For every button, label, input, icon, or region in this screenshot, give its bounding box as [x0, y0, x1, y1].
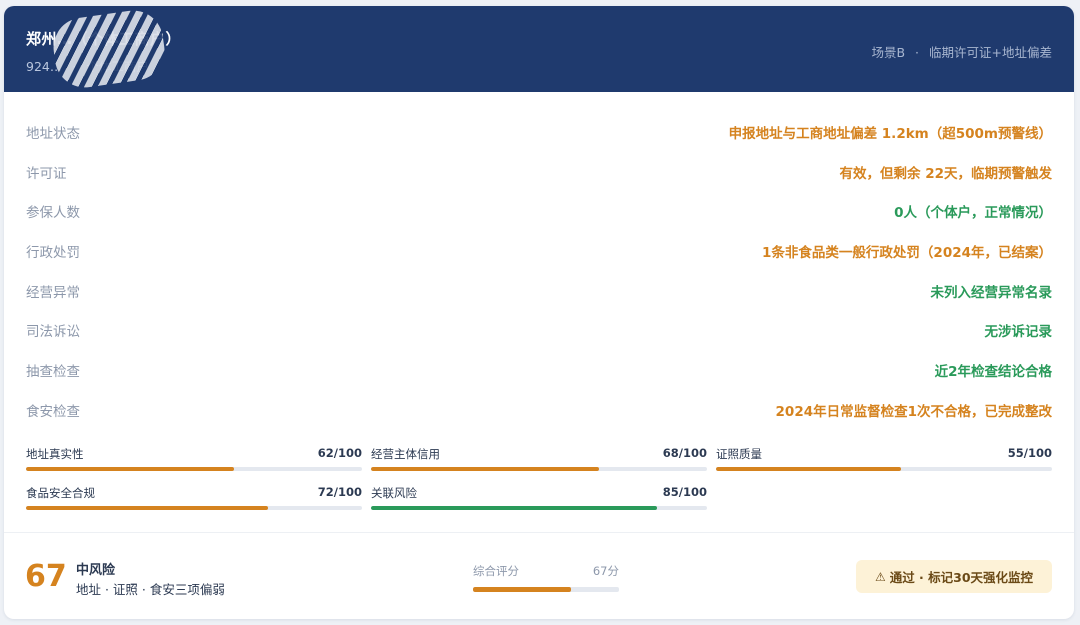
check-list: 地址状态 申报地址与工商地址偏差 1.2km（超500m预警线） 许可证 有效，… [26, 112, 1052, 430]
score-address: 地址真实性 62/100 [26, 446, 362, 473]
warning-triangle-icon: ⚠ [874, 569, 886, 584]
check-row-penalty: 行政处罚 1条非食品类一般行政处罚（2024年，已结案） [26, 231, 1052, 271]
row-label: 经营异常 [26, 284, 80, 301]
scene-separator: · [915, 45, 920, 60]
overall-track [473, 587, 619, 592]
overall-fill [473, 587, 571, 592]
score-label: 关联风险 [371, 486, 417, 500]
check-row-inspection: 抽查检查 近2年检查结论合格 [26, 350, 1052, 390]
row-value: 近2年检查结论合格 [934, 363, 1052, 380]
row-label: 地址状态 [26, 125, 80, 142]
score-value: 62/100 [317, 446, 362, 460]
row-label: 参保人数 [26, 205, 80, 222]
row-value: 无涉诉记录 [984, 324, 1053, 341]
check-row-address: 地址状态 申报地址与工商地址偏差 1.2km（超500m预警线） [26, 112, 1052, 152]
score-track [26, 506, 362, 510]
overall-label: 综合评分 [473, 564, 519, 578]
score-track [26, 467, 362, 471]
row-value: 1条非食品类一般行政处罚（2024年，已结案） [762, 244, 1052, 261]
redaction-mark [49, 6, 169, 92]
scene-label: 场景B · 临期许可证+地址偏差 [871, 42, 1052, 61]
row-value: 有效，但剩余 22天，临期预警触发 [839, 165, 1053, 182]
overall-score-number: 67 [25, 559, 67, 594]
check-row-litigation: 司法诉讼 无涉诉记录 [26, 310, 1052, 350]
score-label: 证照质量 [716, 447, 762, 461]
row-value: 未列入经营异常名录 [930, 284, 1053, 301]
score-value: 72/100 [317, 485, 362, 499]
score-fill [716, 467, 901, 471]
score-track [371, 506, 707, 510]
check-row-food-safety: 食安检查 2024年日常监督检查1次不合格，已完成整改 [26, 390, 1052, 430]
score-track [716, 467, 1052, 471]
scene-name: 场景B [871, 45, 906, 60]
score-label: 地址真实性 [26, 447, 84, 461]
verdict-badge: ⚠ 通过 · 标记30天强化监控 [856, 560, 1052, 593]
check-row-abnormal: 经营异常 未列入经营异常名录 [26, 271, 1052, 311]
score-label: 经营主体信用 [371, 447, 440, 461]
score-value: 55/100 [1007, 446, 1052, 460]
scene-desc: 临期许可证+地址偏差 [929, 45, 1052, 60]
risk-summary: 地址 · 证照 · 食安三项偏弱 [76, 582, 225, 597]
overall-score: 综合评分 67分 [473, 563, 619, 592]
row-label: 抽查检查 [26, 363, 80, 380]
score-license: 证照质量 55/100 [716, 446, 1052, 473]
check-row-license: 许可证 有效，但剩余 22天，临期预警触发 [26, 152, 1052, 192]
row-label: 行政处罚 [26, 244, 80, 261]
overall-value: 67分 [592, 564, 619, 578]
verdict-text: 通过 · 标记30天强化监控 [889, 570, 1034, 585]
score-food-safety: 食品安全合规 72/100 [26, 485, 362, 512]
row-label: 许可证 [26, 165, 67, 182]
score-fill [26, 467, 235, 471]
merchant-risk-card: 郑州…（个体工商户） 924… · 个体工商户 场景B · 临期许可证+地址偏差… [4, 6, 1074, 619]
card-footer: 67 中风险 地址 · 证照 · 食安三项偏弱 综合评分 67分 ⚠ 通过 · … [4, 533, 1074, 619]
score-fill [371, 467, 600, 471]
score-related-risk: 关联风险 85/100 [371, 485, 707, 512]
score-label: 食品安全合规 [26, 486, 95, 500]
score-track [371, 467, 707, 471]
row-label: 司法诉讼 [26, 324, 80, 341]
score-fill [371, 506, 657, 510]
score-value: 85/100 [662, 485, 707, 499]
check-row-insured: 参保人数 0人（个体户，正常情况） [26, 191, 1052, 231]
row-value: 2024年日常监督检查1次不合格，已完成整改 [775, 403, 1052, 420]
row-value: 0人（个体户，正常情况） [894, 205, 1052, 222]
row-value: 申报地址与工商地址偏差 1.2km（超500m预警线） [728, 125, 1052, 142]
card-header: 郑州…（个体工商户） 924… · 个体工商户 场景B · 临期许可证+地址偏差 [4, 6, 1074, 92]
risk-level: 中风险 [76, 563, 116, 578]
score-fill [26, 506, 268, 510]
score-value: 68/100 [662, 446, 707, 460]
score-credit: 经营主体信用 68/100 [371, 446, 707, 473]
row-label: 食安检查 [26, 403, 80, 420]
score-bars: 地址真实性 62/100 经营主体信用 68/100 证照质量 55/100 食… [26, 446, 1052, 512]
